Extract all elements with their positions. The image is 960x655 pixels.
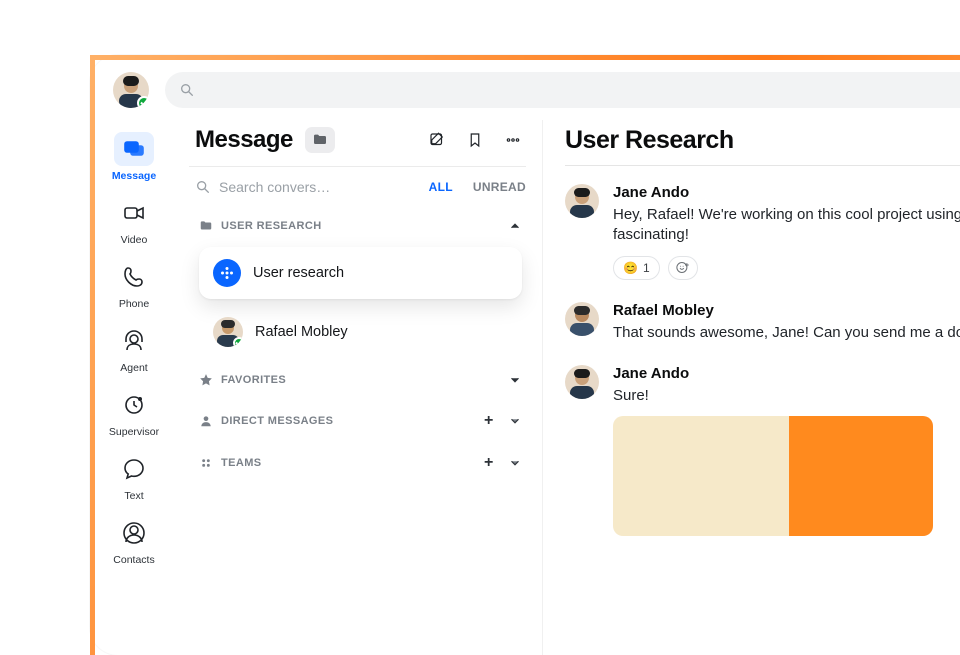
message-item: Jane Ando Sure!	[565, 365, 960, 406]
chat-panel: User Research Jane Ando Hey, Rafael! We'…	[543, 120, 960, 655]
search-placeholder: Search convers…	[219, 179, 330, 195]
folder-chip[interactable]	[305, 127, 335, 153]
add-dm-button[interactable]: +	[484, 413, 500, 429]
midcol-title: Message	[195, 126, 293, 154]
section-teams: TEAMS +	[173, 441, 542, 483]
star-icon	[199, 373, 213, 387]
message-text: Sure!	[613, 386, 960, 406]
add-team-button[interactable]: +	[484, 455, 500, 471]
rail-agent[interactable]: Agent	[104, 324, 164, 374]
agent-icon	[114, 324, 154, 358]
section-head-dm[interactable]: DIRECT MESSAGES +	[195, 403, 526, 439]
folder-icon	[312, 132, 328, 148]
chevron-up-icon	[508, 219, 522, 233]
message-text: fascinating!	[613, 225, 960, 245]
conversation-name: Rafael Mobley	[255, 324, 348, 340]
conversation-rafael-mobley[interactable]: Rafael Mobley	[195, 307, 526, 357]
compose-button[interactable]	[424, 127, 450, 153]
phone-icon	[114, 260, 154, 294]
compose-icon	[428, 131, 446, 149]
presence-badge	[233, 337, 243, 347]
reaction-emoji: 😊	[623, 261, 638, 275]
message-author: Rafael Mobley	[613, 302, 960, 319]
app-frame: Message Video Phone Agent Supervisor Tex…	[90, 55, 960, 655]
section-label: USER RESEARCH	[221, 220, 322, 232]
rail-label: Video	[121, 234, 148, 246]
user-avatar	[213, 317, 243, 347]
message-item: Rafael Mobley That sounds awesome, Jane!…	[565, 302, 960, 343]
chevron-down-icon	[508, 456, 522, 470]
nav-rail: Message Video Phone Agent Supervisor Tex…	[95, 122, 173, 566]
more-icon	[504, 131, 522, 149]
section-head-user-research[interactable]: USER RESEARCH	[195, 209, 526, 243]
add-reaction-icon	[675, 260, 690, 275]
presence-badge	[137, 96, 149, 108]
search-icon	[179, 82, 195, 98]
bookmark-button[interactable]	[462, 127, 488, 153]
filter-unread[interactable]: UNREAD	[473, 180, 526, 194]
reaction-pill[interactable]: 😊 1	[613, 256, 660, 280]
conversation-name: User research	[253, 265, 344, 281]
rail-label: Text	[124, 490, 143, 502]
divider	[565, 165, 960, 166]
section-label: TEAMS	[221, 457, 262, 469]
bookmark-icon	[466, 131, 484, 149]
contacts-icon	[114, 516, 154, 550]
rail-contacts[interactable]: Contacts	[104, 516, 164, 566]
rail-text[interactable]: Text	[104, 452, 164, 502]
reaction-row: 😊 1	[613, 256, 960, 280]
search-row: Search convers… ALL UNREAD	[173, 167, 542, 205]
section-favorites: FAVORITES	[173, 359, 542, 399]
section-head-teams[interactable]: TEAMS +	[195, 445, 526, 481]
video-icon	[114, 196, 154, 230]
rail-label: Phone	[119, 298, 149, 310]
teams-icon	[199, 456, 213, 470]
message-item: Jane Ando Hey, Rafael! We're working on …	[565, 184, 960, 280]
supervisor-icon	[114, 388, 154, 422]
top-bar	[95, 60, 960, 118]
midhead: Message	[173, 120, 542, 166]
chat-title: User Research	[565, 126, 960, 155]
rail-message[interactable]: Message	[104, 132, 164, 182]
section-head-favorites[interactable]: FAVORITES	[195, 363, 526, 397]
message-author: Jane Ando	[613, 184, 960, 201]
user-avatar[interactable]	[565, 365, 599, 399]
rail-label: Agent	[120, 362, 147, 374]
rail-video[interactable]: Video	[104, 196, 164, 246]
more-button[interactable]	[500, 127, 526, 153]
chevron-down-icon	[508, 373, 522, 387]
rail-phone[interactable]: Phone	[104, 260, 164, 310]
message-text: That sounds awesome, Jane! Can you send …	[613, 323, 960, 343]
attachment-preview[interactable]	[613, 416, 933, 536]
conversation-list: Message Search convers… ALL UNREAD USER …	[173, 120, 543, 655]
person-icon	[199, 414, 213, 428]
section-label: FAVORITES	[221, 374, 286, 386]
user-avatar[interactable]	[565, 302, 599, 336]
user-avatar[interactable]	[565, 184, 599, 218]
team-avatar-icon	[213, 259, 241, 287]
rail-label: Message	[112, 170, 156, 182]
search-conversations[interactable]: Search convers…	[195, 179, 419, 195]
section-direct-messages: DIRECT MESSAGES +	[173, 399, 542, 441]
text-icon	[114, 452, 154, 486]
message-text: Hey, Rafael! We're working on this cool …	[613, 205, 960, 225]
add-reaction-button[interactable]	[668, 256, 698, 280]
chevron-down-icon	[508, 414, 522, 428]
rail-supervisor[interactable]: Supervisor	[104, 388, 164, 438]
section-label: DIRECT MESSAGES	[221, 415, 333, 427]
rail-label: Supervisor	[109, 426, 159, 438]
conversation-user-research[interactable]: User research	[199, 247, 522, 299]
rail-label: Contacts	[113, 554, 154, 566]
section-user-research: USER RESEARCH User research Rafael Moble…	[173, 205, 542, 359]
folder-icon	[199, 219, 213, 233]
reaction-count: 1	[643, 261, 650, 275]
message-icon	[114, 132, 154, 166]
current-user-avatar[interactable]	[113, 72, 149, 108]
search-icon	[195, 179, 211, 195]
global-search[interactable]	[165, 72, 960, 108]
filter-all[interactable]: ALL	[429, 180, 453, 194]
message-author: Jane Ando	[613, 365, 960, 382]
